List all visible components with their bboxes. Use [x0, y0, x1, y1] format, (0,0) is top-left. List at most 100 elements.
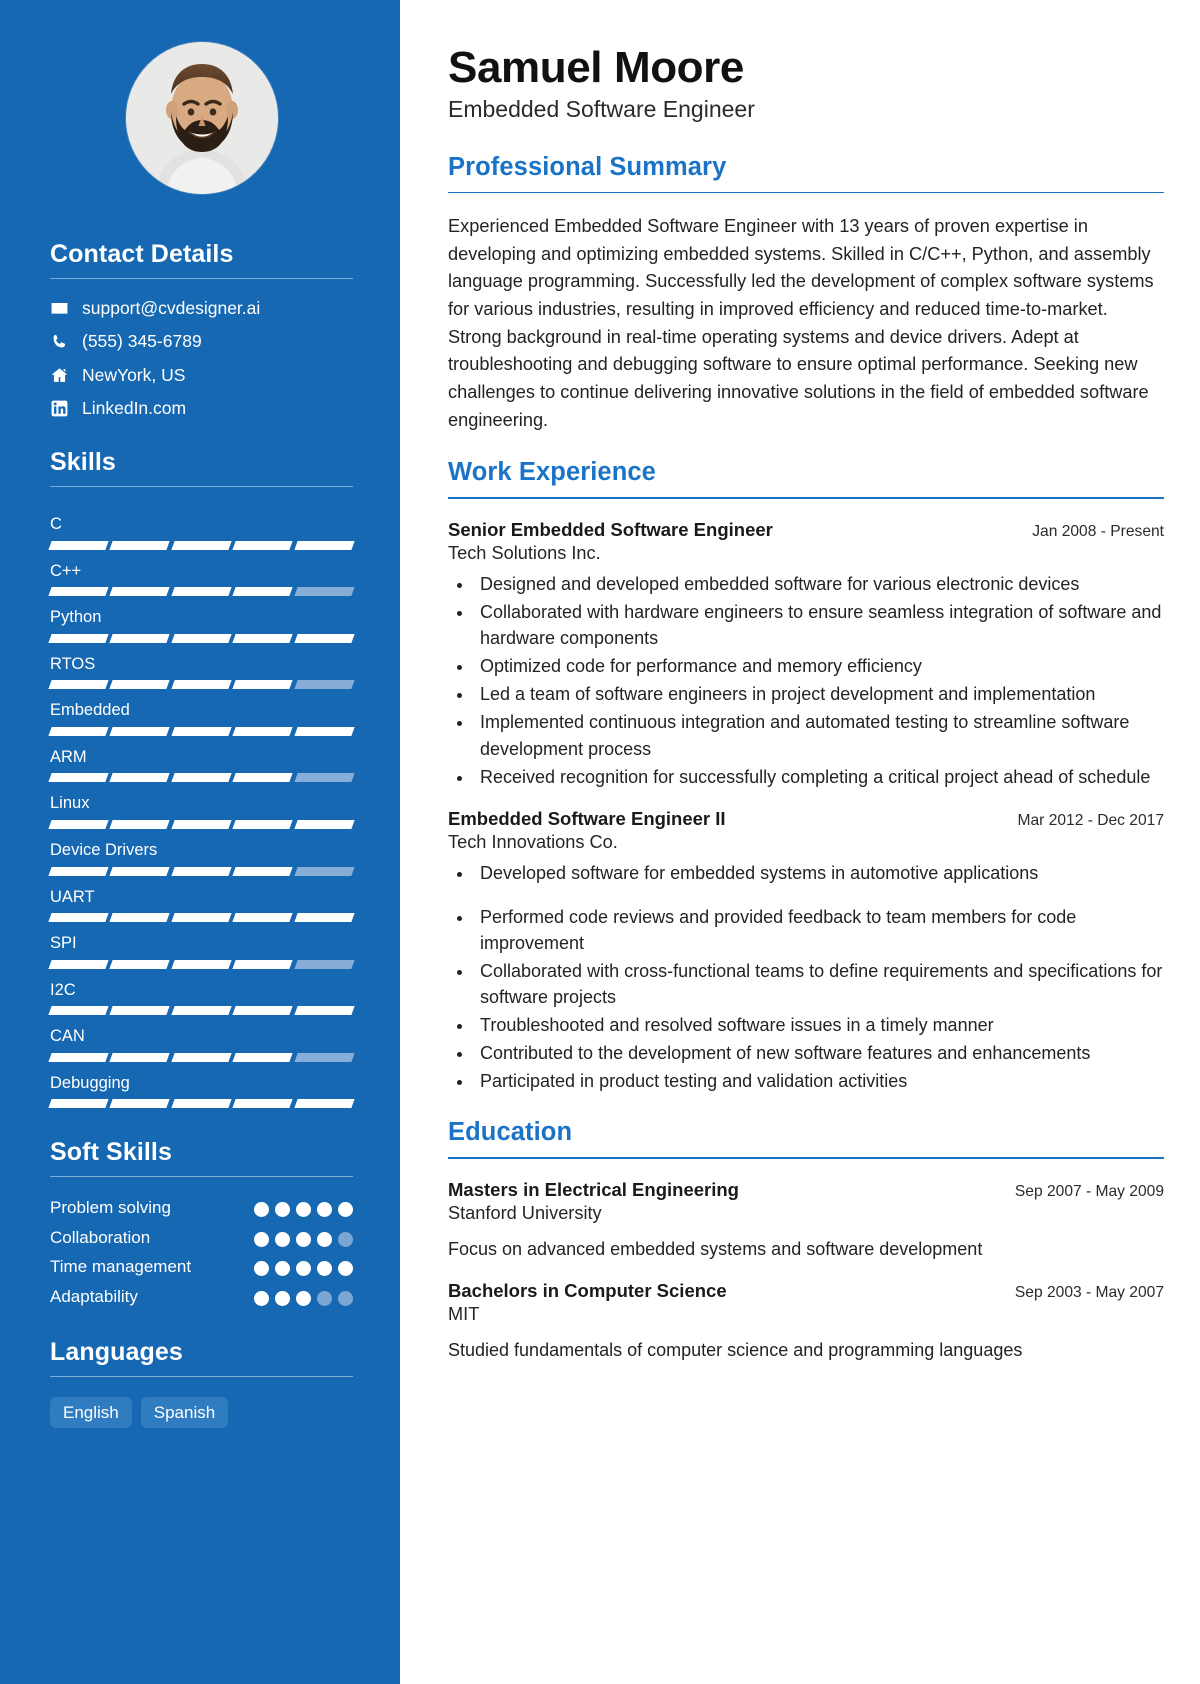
skill-bar-segment [48, 819, 110, 829]
rating-dot [275, 1202, 290, 1218]
divider [50, 278, 353, 279]
job-bullet: Troubleshooted and resolved software iss… [474, 1012, 1164, 1038]
institution-name: Stanford University [448, 1203, 602, 1224]
skill-level-bar [48, 866, 355, 876]
skill-bar-segment [48, 1052, 110, 1062]
professional-summary-section: Professional Summary Experienced Embedde… [448, 153, 1164, 435]
skill-bar-segment [109, 587, 171, 597]
skill-bar-segment [293, 773, 355, 783]
skill-bar-segment [48, 540, 110, 550]
skill-level-bar [48, 540, 355, 550]
divider [50, 1376, 353, 1378]
contact-value: NewYork, US [82, 364, 186, 385]
section-heading-summary: Professional Summary [448, 152, 727, 181]
skill-name: I2C [50, 980, 76, 999]
skills-section: Skills C C++ Python RTOS Embedded ARM Linux Dev… [48, 448, 355, 1109]
skill-bar-segment [171, 959, 232, 969]
skill-level-bar [48, 680, 355, 690]
language-tag[interactable]: English [50, 1397, 132, 1429]
contact-item-email[interactable]: support@cvdesigner.ai [50, 298, 353, 318]
skill-bar-segment [232, 633, 294, 643]
job-bullet: Designed and developed embedded software… [474, 571, 1164, 597]
skill-bar-segment [48, 1099, 110, 1109]
skill-row: Embedded [48, 693, 355, 736]
skill-row: Python [48, 600, 355, 643]
education-description: Studied fundamentals of computer science… [448, 1340, 1023, 1361]
soft-skill-rating [254, 1197, 353, 1218]
skill-bar-segment [109, 1099, 171, 1109]
skill-bar-segment [48, 633, 110, 643]
skill-bar-segment [48, 587, 110, 597]
skill-bar-segment [232, 866, 294, 876]
skill-bar-segment [48, 959, 110, 969]
skill-level-bar [48, 959, 355, 969]
skill-bar-segment [293, 1006, 355, 1016]
sidebar: Contact Details support@cvdesigner.ai (5… [0, 0, 400, 1684]
soft-skills-heading: Soft Skills [50, 1138, 172, 1167]
job-bullet [474, 888, 1164, 902]
experience-list: Senior Embedded Software Engineer Jan 200… [448, 519, 1164, 1095]
skill-row: RTOS [48, 647, 355, 690]
job-title: Embedded Software Engineer II [448, 807, 726, 829]
rating-dot [275, 1231, 290, 1247]
skill-bar-segment [109, 959, 171, 969]
contact-item-phone[interactable]: (555) 345-6789 [50, 331, 353, 352]
skill-bar-segment [232, 680, 294, 690]
soft-skill-name: Adaptability [50, 1286, 138, 1306]
degree-title: Masters in Electrical Engineering [448, 1179, 739, 1201]
skill-bar-segment [109, 866, 171, 876]
languages-heading: Languages [50, 1338, 183, 1367]
skills-heading: Skills [50, 448, 116, 476]
rating-dot [254, 1202, 269, 1218]
skill-bar-segment [171, 913, 232, 923]
avatar-container [50, 42, 353, 194]
skill-level-bar [48, 913, 355, 923]
skill-bar-segment [171, 726, 232, 736]
contact-value: (555) 345-6789 [82, 331, 202, 352]
soft-skill-row: Problem solving [50, 1197, 353, 1219]
job-bullet: Developed software for embedded systems … [474, 860, 1164, 886]
skill-bar-segment [232, 1099, 294, 1109]
skill-bar-segment [232, 913, 294, 923]
skill-name: Linux [50, 794, 90, 813]
divider [448, 191, 1164, 194]
rating-dot [275, 1290, 290, 1306]
home-icon [50, 366, 69, 385]
skill-bar-segment [293, 587, 355, 597]
skill-row: UART [48, 880, 355, 923]
skill-bar-segment [48, 866, 110, 876]
job-bullet: Contributed to the development of new so… [474, 1040, 1164, 1066]
skill-bar-segment [109, 680, 171, 690]
skill-bar-segment [171, 819, 232, 829]
job-bullet-list: Developed software for embedded systems … [474, 860, 1164, 1095]
job-organization: Tech Innovations Co. [448, 831, 618, 852]
language-tag[interactable]: Spanish [140, 1397, 229, 1429]
skill-bar-segment [109, 1052, 171, 1062]
rating-dot [317, 1261, 332, 1277]
skill-bar-segment [48, 913, 110, 923]
contact-value: LinkedIn.com [82, 397, 187, 418]
page-title-block: Samuel Moore Embedded Software Engineer [448, 44, 1164, 123]
degree-title: Bachelors in Computer Science [448, 1280, 727, 1302]
skill-level-bar [48, 1099, 355, 1109]
languages-section: Languages English Spanish [50, 1338, 353, 1429]
job-bullet: Optimized code for performance and memor… [474, 653, 1164, 679]
contact-item-location[interactable]: NewYork, US [50, 364, 353, 385]
entry-header: Bachelors in Computer Science Sep 2003 - … [448, 1280, 1164, 1302]
rating-dot [254, 1231, 269, 1247]
skill-row: CAN [48, 1019, 355, 1062]
skill-name: Python [50, 608, 102, 627]
rating-dot [338, 1290, 353, 1306]
work-experience-section: Work Experience Senior Embedded Software… [448, 458, 1164, 1094]
skill-name: Device Drivers [50, 840, 158, 859]
section-heading-education: Education [448, 1118, 573, 1147]
skill-bar-segment [232, 959, 294, 969]
skill-bar-segment [48, 1006, 110, 1016]
contact-item-linkedin[interactable]: LinkedIn.com [50, 397, 353, 418]
skill-bar-segment [293, 819, 355, 829]
skill-level-bar [48, 1006, 355, 1016]
education-entry: Masters in Electrical Engineering Sep 200… [448, 1179, 1164, 1262]
skill-bar-segment [232, 587, 294, 597]
skill-row: I2C [48, 973, 355, 1016]
soft-skill-rating [254, 1286, 353, 1306]
